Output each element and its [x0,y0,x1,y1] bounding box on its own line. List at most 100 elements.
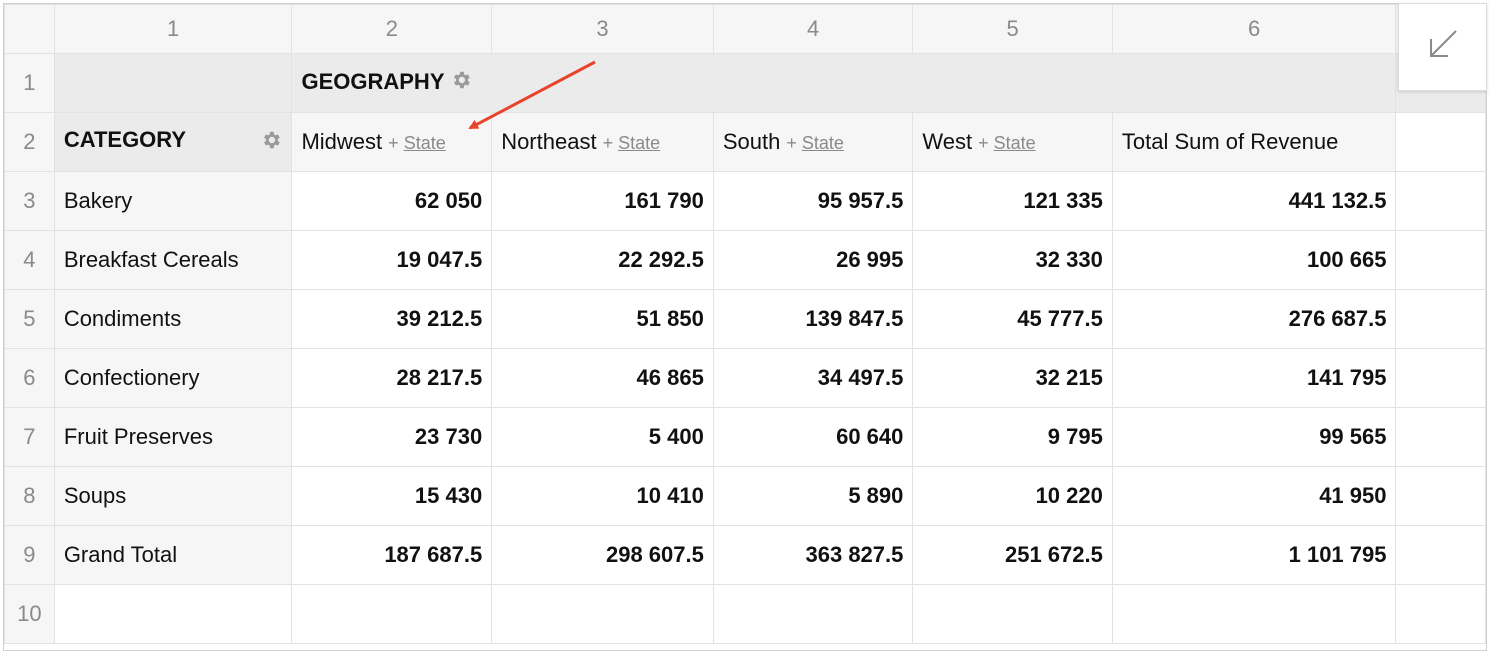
cell-empty[interactable] [912,584,1113,644]
cell-empty[interactable] [1111,584,1397,644]
row-label[interactable]: Breakfast Cereals [53,230,293,290]
value-cell[interactable]: 161 790 [491,171,714,231]
table-row: 7 Fruit Preserves 23 730 5 400 60 640 9 … [4,407,1486,467]
value-cell[interactable]: 10 220 [912,466,1113,526]
table-row: 3 Bakery 62 050 161 790 95 957.5 121 335… [4,171,1486,231]
row-header[interactable]: 6 [4,348,55,408]
cell-empty[interactable] [1395,525,1486,585]
row-header[interactable]: 1 [4,53,55,113]
cell-empty[interactable] [1395,407,1486,467]
value-cell[interactable]: 34 497.5 [712,348,914,408]
total-cell[interactable]: 141 795 [1111,348,1397,408]
total-cell[interactable]: 99 565 [1111,407,1397,467]
value-cell[interactable]: 5 890 [712,466,914,526]
value-cell[interactable]: 51 850 [491,289,714,349]
value-cell[interactable]: 22 292.5 [491,230,714,290]
value-cell[interactable]: 62 050 [291,171,493,231]
row-header[interactable]: 8 [4,466,55,526]
table-row: 4 Breakfast Cereals 19 047.5 22 292.5 26… [4,230,1486,290]
column-header[interactable]: 3 [491,4,714,54]
value-cell[interactable]: 32 215 [912,348,1113,408]
row-header[interactable]: 10 [4,584,55,644]
total-cell[interactable]: 41 950 [1111,466,1397,526]
row-header[interactable]: 3 [4,171,55,231]
value-cell[interactable]: 10 410 [491,466,714,526]
row-header[interactable]: 5 [4,289,55,349]
column-header-south[interactable]: South + State [712,112,914,172]
cell-empty[interactable] [1395,289,1486,349]
row-label[interactable]: Bakery [53,171,293,231]
grand-total-label[interactable]: Grand Total [53,525,293,585]
column-header[interactable]: 5 [912,4,1113,54]
grand-total-cell[interactable]: 1 101 795 [1111,525,1397,585]
grand-total-cell[interactable]: 251 672.5 [912,525,1113,585]
corner-cell [4,4,55,54]
value-cell[interactable]: 139 847.5 [712,289,914,349]
cell-empty[interactable] [1395,171,1486,231]
value-cell[interactable]: 15 430 [291,466,493,526]
row-label[interactable]: Confectionery [53,348,293,408]
row-header[interactable]: 7 [4,407,55,467]
cell-empty[interactable] [53,53,293,113]
column-header[interactable]: 2 [291,4,493,54]
gear-icon[interactable] [450,69,472,97]
total-cell[interactable]: 441 132.5 [1111,171,1397,231]
column-header-row: 1 2 3 4 5 6 [4,4,1486,54]
table-row: 5 Condiments 39 212.5 51 850 139 847.5 4… [4,289,1486,349]
cell-empty[interactable] [1395,348,1486,408]
value-cell[interactable]: 121 335 [912,171,1113,231]
collapse-button[interactable] [1398,3,1487,91]
value-cell[interactable]: 28 217.5 [291,348,493,408]
gear-icon[interactable] [260,129,282,157]
row-field-cell[interactable]: CATEGORY [53,112,293,172]
column-header-midwest[interactable]: Midwest + State [291,112,493,172]
column-header[interactable]: 4 [712,4,914,54]
cell-empty[interactable] [1395,466,1486,526]
grand-total-cell[interactable]: 187 687.5 [291,525,493,585]
row-label[interactable]: Soups [53,466,293,526]
value-cell[interactable]: 46 865 [491,348,714,408]
grand-total-cell[interactable]: 298 607.5 [491,525,714,585]
column-header[interactable]: 1 [53,4,293,54]
grid-row: 2 CATEGORY Midwest + State Northeast + Sta… [4,112,1486,172]
row-header[interactable]: 2 [4,112,55,172]
total-header[interactable]: Total Sum of Revenue [1111,112,1397,172]
value-cell[interactable]: 60 640 [712,407,914,467]
value-cell[interactable]: 23 730 [291,407,493,467]
cell-empty[interactable] [1395,112,1486,172]
value-cell[interactable]: 9 795 [912,407,1113,467]
cell-empty[interactable] [712,584,914,644]
spreadsheet-grid: 1 2 3 4 5 6 1 GEOGRAPHY 2 CATEGORY Midwe… [3,3,1487,651]
value-cell[interactable]: 5 400 [491,407,714,467]
column-header-northeast[interactable]: Northeast + State [491,112,714,172]
value-cell[interactable]: 45 777.5 [912,289,1113,349]
column-header[interactable]: 6 [1111,4,1397,54]
total-cell[interactable]: 276 687.5 [1111,289,1397,349]
value-cell[interactable]: 39 212.5 [291,289,493,349]
row-label[interactable]: Condiments [53,289,293,349]
cell-empty[interactable] [291,584,493,644]
table-row: 6 Confectionery 28 217.5 46 865 34 497.5… [4,348,1486,408]
row-field-label: CATEGORY [63,127,187,152]
value-cell[interactable]: 95 957.5 [712,171,914,231]
total-cell[interactable]: 100 665 [1111,230,1397,290]
value-cell[interactable]: 32 330 [912,230,1113,290]
cell-empty[interactable] [1395,584,1486,644]
expand-state-link[interactable]: State [404,133,446,153]
cell-empty[interactable] [53,584,293,644]
column-field-cell[interactable]: GEOGRAPHY [291,53,1397,113]
cell-empty[interactable] [491,584,714,644]
expand-state-link[interactable]: State [618,133,660,153]
cell-empty[interactable] [1395,230,1486,290]
grand-total-cell[interactable]: 363 827.5 [712,525,914,585]
row-header[interactable]: 4 [4,230,55,290]
row-label[interactable]: Fruit Preserves [53,407,293,467]
expand-state-link[interactable]: State [802,133,844,153]
expand-state-link[interactable]: State [994,133,1036,153]
value-cell[interactable]: 26 995 [712,230,914,290]
value-cell[interactable]: 19 047.5 [291,230,493,290]
row-header[interactable]: 9 [4,525,55,585]
column-header-west[interactable]: West + State [912,112,1113,172]
grid-row: 1 GEOGRAPHY [4,53,1486,113]
grand-total-row: 9 Grand Total 187 687.5 298 607.5 363 82… [4,525,1486,585]
